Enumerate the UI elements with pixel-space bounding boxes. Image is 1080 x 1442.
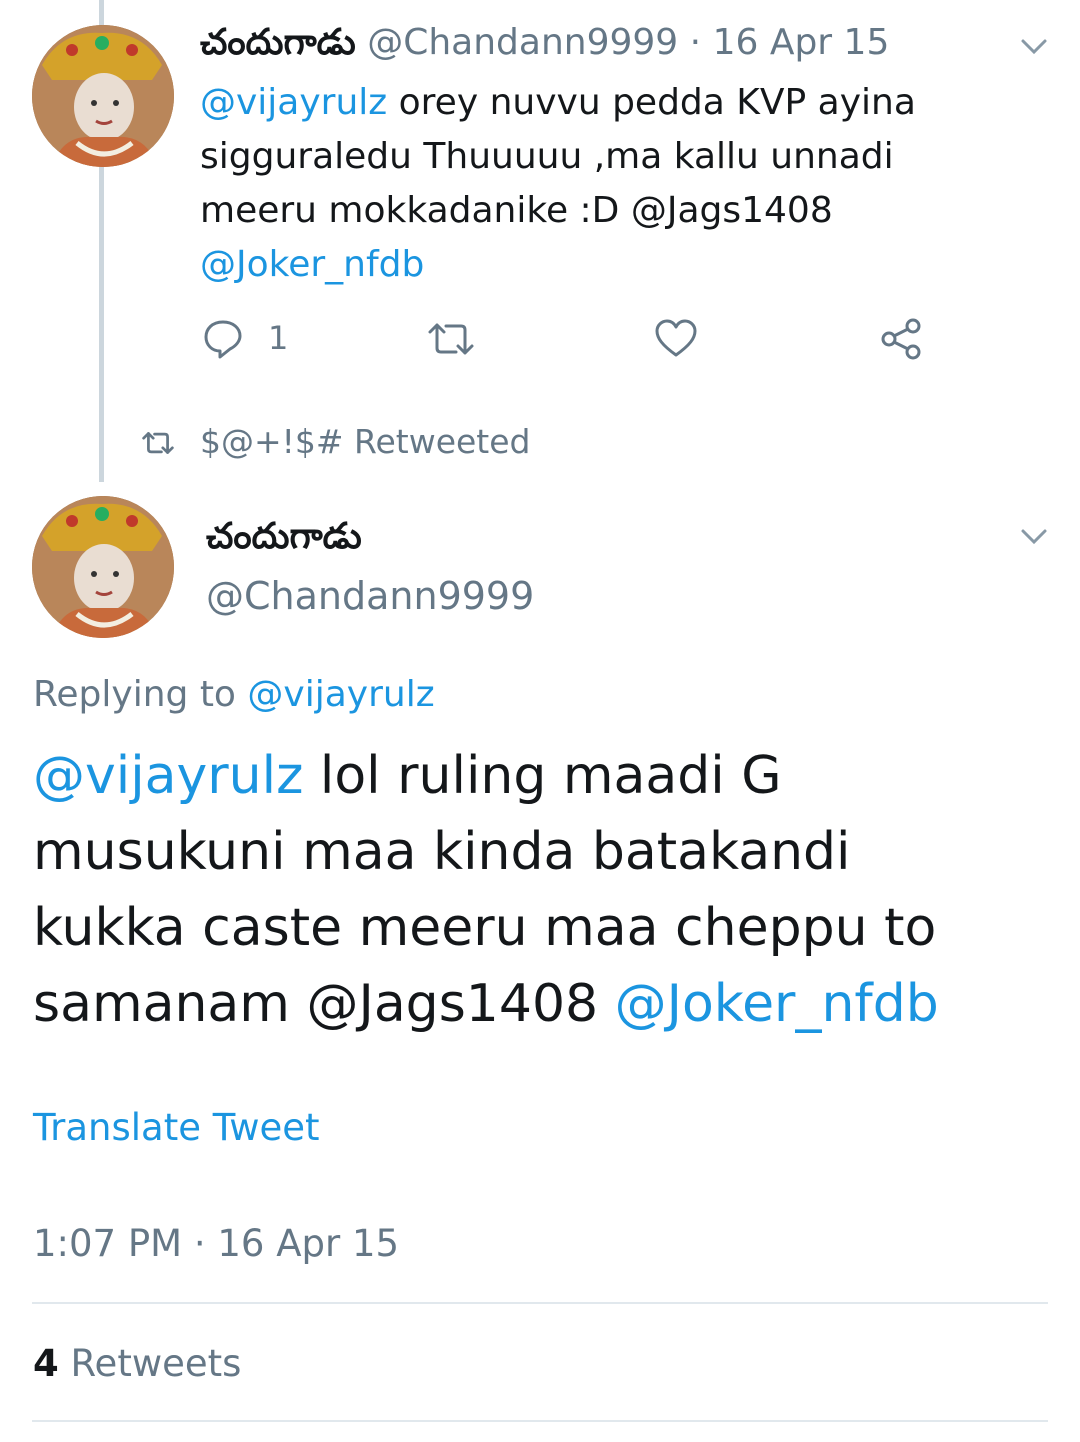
tweet-body-line: samanam @Jags1408 [33, 974, 615, 1034]
user-handle[interactable]: @Chandann9999 [367, 22, 678, 63]
avatar[interactable] [32, 496, 174, 638]
divider [32, 1420, 1048, 1422]
retweet-context-icon-wrap [140, 430, 176, 460]
display-name[interactable]: చందుగాడు [206, 516, 362, 566]
share-button[interactable] [880, 318, 924, 360]
tweet-body-line: lol ruling maadi G [303, 746, 782, 806]
tweet-text: @vijayrulz orey nuvvu pedda KVP ayina si… [200, 76, 916, 292]
mention-link[interactable]: @Joker_nfdb [200, 244, 424, 285]
replying-to: Replying to @vijayrulz [33, 674, 435, 715]
chevron-down-icon[interactable] [1020, 528, 1048, 546]
avatar-image [32, 25, 174, 167]
tweet-text-line: meeru mokkadanike :D @Jags1408 [200, 190, 833, 231]
tweet-text-line: sigguraledu Thuuuuu ,ma kallu unnadi [200, 136, 894, 177]
mention-link[interactable]: @Joker_nfdb [615, 974, 939, 1034]
tweet-body-line: musukuni maa kinda batakandi [33, 822, 851, 882]
share-icon [881, 318, 921, 360]
mention-link[interactable]: @vijayrulz [247, 674, 434, 715]
header-separator: · [689, 22, 702, 63]
display-name[interactable]: చందుగాడు [200, 22, 356, 63]
chevron-down-icon[interactable] [1020, 38, 1048, 56]
heart-icon [655, 319, 697, 357]
retweets-label: Retweets [58, 1342, 242, 1385]
user-handle[interactable]: @Chandann9999 [206, 574, 534, 618]
retweet-count: 4 [33, 1342, 59, 1385]
translate-tweet-link[interactable]: Translate Tweet [33, 1106, 320, 1149]
tweet-date[interactable]: 16 Apr 15 [713, 22, 890, 63]
tweet-body: @vijayrulz lol ruling maadi G musukuni m… [33, 738, 939, 1042]
avatar[interactable] [32, 25, 174, 167]
tweet-header: చందుగాడు @Chandann9999 · 16 Apr 15 [200, 22, 889, 72]
reply-icon [204, 320, 242, 359]
retweets-stat[interactable]: 4 Retweets [33, 1342, 241, 1385]
timestamp-separator: · [193, 1222, 206, 1265]
mention-link[interactable]: @vijayrulz [200, 82, 387, 123]
like-button[interactable] [654, 318, 698, 358]
tweet-date: 16 Apr 15 [217, 1222, 400, 1265]
divider [32, 1302, 1048, 1304]
retweet-icon [142, 432, 174, 454]
mention-link[interactable]: @vijayrulz [33, 746, 303, 806]
tweet-text-line: orey nuvvu pedda KVP ayina [387, 82, 916, 123]
retweet-button[interactable] [426, 320, 476, 358]
reply-button[interactable]: 1 [202, 318, 289, 359]
reply-count: 1 [268, 319, 289, 357]
retweet-icon [428, 323, 474, 355]
retweet-context-label[interactable]: $@+!$# Retweeted [200, 422, 530, 461]
avatar-image [32, 496, 174, 638]
tweet-timestamp[interactable]: 1:07 PM · 16 Apr 15 [33, 1222, 399, 1265]
tweet-body-line: kukka caste meeru maa cheppu to [33, 898, 937, 958]
tweet-time: 1:07 PM [33, 1222, 183, 1265]
replying-to-label: Replying to [33, 674, 248, 715]
